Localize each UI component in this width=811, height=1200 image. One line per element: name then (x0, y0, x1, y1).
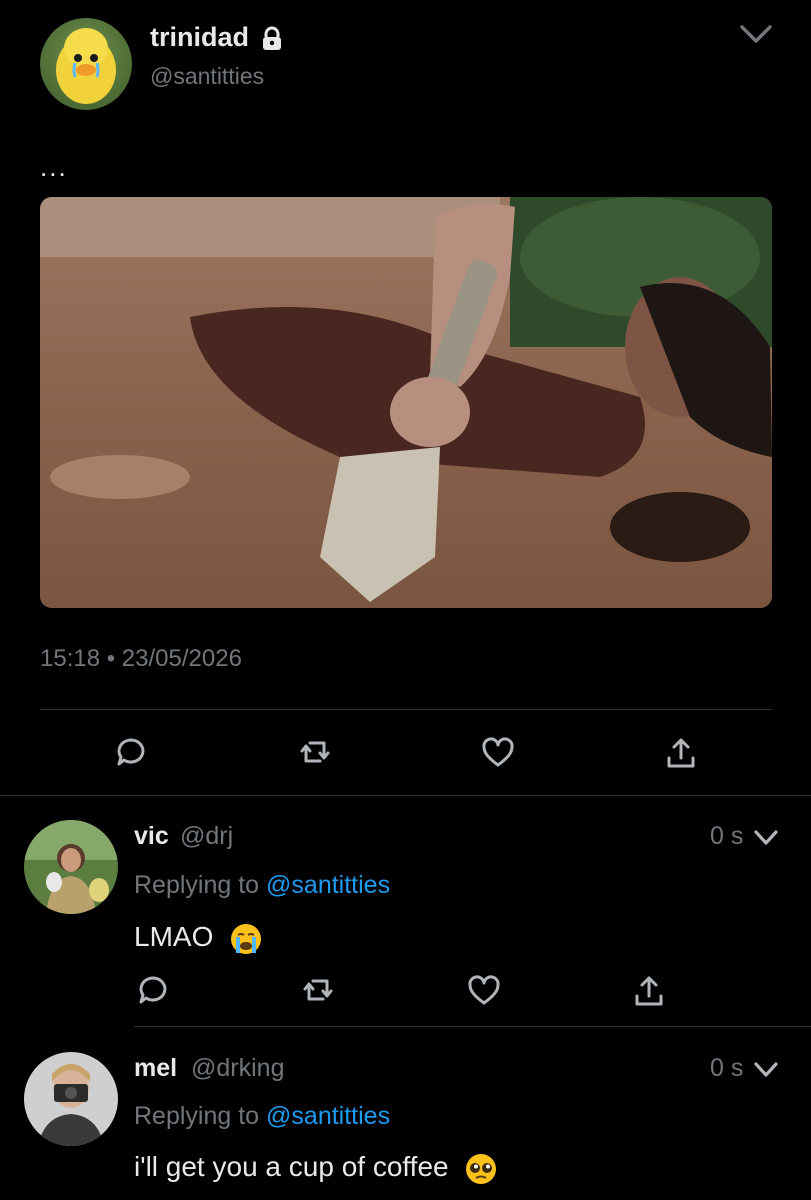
reply-time: 0 s (710, 822, 744, 850)
replying-to-label: Replying to (134, 1102, 260, 1130)
reply-icon[interactable] (114, 735, 148, 769)
crying-duck-icon (56, 28, 116, 104)
share-icon[interactable] (664, 736, 698, 770)
lock-icon (263, 26, 281, 50)
replying-to: Replying to @santitties (134, 1102, 390, 1131)
chevron-down-icon[interactable] (753, 1060, 779, 1080)
loudly-crying-face-icon (229, 922, 263, 956)
replying-to: Replying to @santitties (134, 871, 390, 900)
reply-author-name[interactable]: vic (134, 822, 169, 851)
author-handle[interactable]: @santitties (150, 63, 264, 90)
reply-author-name[interactable]: mel (134, 1054, 177, 1083)
author-avatar[interactable] (40, 18, 132, 110)
reply-text-container: i'll get you a cup of coffee (134, 1151, 498, 1186)
share-icon[interactable] (632, 974, 666, 1008)
replying-to-label: Replying to (134, 871, 260, 899)
author-name[interactable]: trinidad (150, 22, 249, 53)
reply-icon[interactable] (136, 973, 170, 1007)
reply-text: LMAO (134, 921, 214, 952)
tweet-media-image[interactable] (40, 197, 772, 608)
buried-woman-photo (40, 197, 772, 608)
pleading-face-icon (464, 1152, 498, 1186)
retweet-icon[interactable] (301, 973, 335, 1007)
chevron-down-icon[interactable] (738, 20, 774, 48)
user-photo-avatar (24, 1052, 118, 1146)
mention-link[interactable]: @santitties (266, 871, 390, 899)
retweet-icon[interactable] (298, 735, 332, 769)
mention-link[interactable]: @santitties (266, 1102, 390, 1130)
reply-text: i'll get you a cup of coffee (134, 1151, 449, 1182)
divider (0, 795, 811, 796)
reply-text-container: LMAO (134, 921, 263, 956)
reply-avatar[interactable] (24, 1052, 118, 1146)
divider (134, 1026, 811, 1027)
like-icon[interactable] (481, 736, 515, 770)
user-photo-avatar (24, 820, 118, 914)
divider (40, 709, 772, 710)
tweet-text: ... (40, 152, 68, 182)
reply-avatar[interactable] (24, 820, 118, 914)
chevron-down-icon[interactable] (753, 828, 779, 848)
tweet-timestamp[interactable]: 15:18 • 23/05/2026 (40, 645, 242, 673)
like-icon[interactable] (467, 974, 501, 1008)
reply-author-handle[interactable]: @drj (180, 822, 233, 851)
reply-time: 0 s (710, 1054, 744, 1082)
reply-author-handle[interactable]: @drking (191, 1054, 284, 1083)
